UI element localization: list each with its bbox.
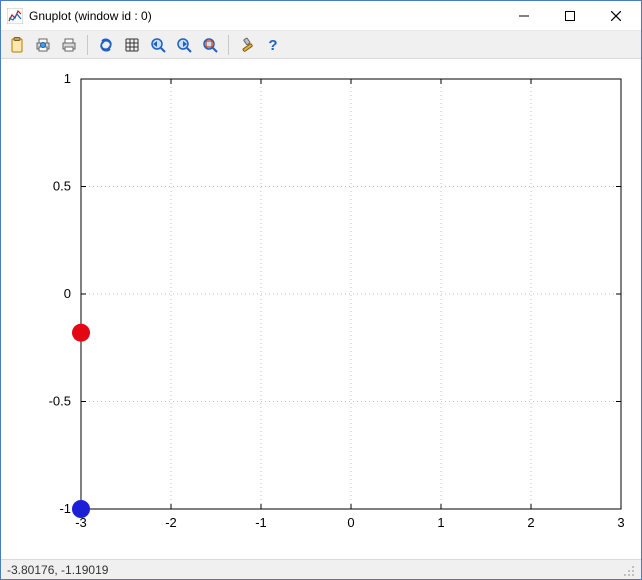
svg-text:-1: -1 — [255, 515, 267, 530]
svg-text:0.5: 0.5 — [53, 179, 71, 194]
data-point-blue — [72, 500, 90, 518]
grid-button[interactable] — [120, 33, 144, 57]
print-button[interactable] — [31, 33, 55, 57]
refresh-button[interactable] — [94, 33, 118, 57]
toolbar-separator — [87, 35, 88, 55]
clipboard-button[interactable] — [5, 33, 29, 57]
svg-text:1: 1 — [437, 515, 444, 530]
zoom-next-button[interactable] — [172, 33, 196, 57]
close-button[interactable] — [593, 1, 639, 31]
toolbar-separator — [228, 35, 229, 55]
titlebar: Gnuplot (window id : 0) — [1, 1, 641, 31]
app-window: Gnuplot (window id : 0) — [0, 0, 642, 580]
window-title: Gnuplot (window id : 0) — [29, 9, 152, 23]
app-icon — [7, 8, 23, 24]
svg-text:2: 2 — [527, 515, 534, 530]
svg-text:-1: -1 — [59, 501, 71, 516]
svg-text:-0.5: -0.5 — [49, 394, 71, 409]
plot-area[interactable]: -3-2-10123-1-0.500.51 — [1, 59, 641, 559]
autoscale-button[interactable] — [198, 33, 222, 57]
svg-text:3: 3 — [617, 515, 624, 530]
resize-grip-icon[interactable] — [621, 563, 635, 577]
svg-text:1: 1 — [64, 71, 71, 86]
svg-text:?: ? — [268, 37, 277, 54]
toolbar: ? — [1, 31, 641, 59]
minimize-button[interactable] — [501, 1, 547, 31]
options-button[interactable] — [235, 33, 259, 57]
svg-text:-2: -2 — [165, 515, 177, 530]
statusbar: -3.80176, -1.19019 — [1, 559, 641, 579]
chart-canvas: -3-2-10123-1-0.500.51 — [1, 59, 641, 559]
svg-text:0: 0 — [347, 515, 354, 530]
export-button[interactable] — [57, 33, 81, 57]
zoom-prev-button[interactable] — [146, 33, 170, 57]
cursor-coords: -3.80176, -1.19019 — [7, 563, 108, 577]
svg-text:0: 0 — [64, 286, 71, 301]
maximize-button[interactable] — [547, 1, 593, 31]
data-point-red — [72, 324, 90, 342]
help-button[interactable]: ? — [261, 33, 285, 57]
